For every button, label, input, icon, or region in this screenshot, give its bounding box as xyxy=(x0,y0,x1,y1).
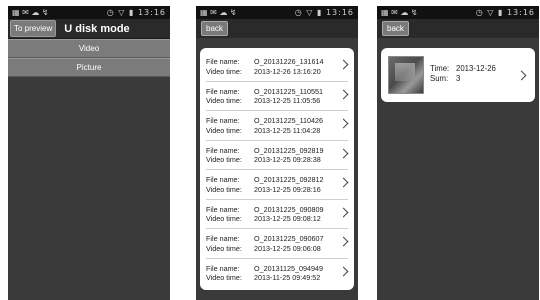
file-name-value: O_20131225_090809 xyxy=(254,204,324,214)
status-icons-left: ▦ ✉ ☁ ↯ xyxy=(12,8,49,17)
time-label: Time: xyxy=(430,64,450,73)
status-bar: ▦ ✉ ☁ ↯ ◷ ▽ ▮ 13:16 xyxy=(377,6,539,19)
album-item[interactable]: Time: 2013-12-26 Sum: 3 xyxy=(381,48,535,102)
list-item[interactable]: File name: O_20131225_110426 Video time: 2… xyxy=(206,111,349,141)
time-value: 2013-12-26 xyxy=(456,64,496,73)
menu-item-video[interactable]: Video xyxy=(8,39,170,58)
video-time-value: 2013-12-25 11:05:56 xyxy=(254,96,321,105)
sum-value: 3 xyxy=(456,74,461,83)
file-name-value: O_20131226_131614 xyxy=(254,57,324,66)
video-time-label: Video time: xyxy=(206,184,242,194)
file-name-label: File name: xyxy=(206,234,240,243)
back-button[interactable]: back xyxy=(382,21,409,36)
list-item[interactable]: File name: O_20131225_090607 Video time: 2… xyxy=(206,229,349,259)
video-time-value: 2013-12-25 09:28:38 xyxy=(254,155,321,164)
file-name-value: O_20131225_110551 xyxy=(254,86,324,96)
to-preview-button[interactable]: To preview xyxy=(10,20,57,37)
status-icons-right: ◷ ▽ ▮ 13:16 xyxy=(294,8,354,17)
file-name-label: File name: xyxy=(206,86,240,96)
status-icons-left: ▦ ✉ ☁ ↯ xyxy=(381,8,418,17)
sum-label: Sum: xyxy=(430,74,449,83)
video-time-value: 2013-12-25 09:08:12 xyxy=(254,214,321,223)
phone-screen-picture-album: ▦ ✉ ☁ ↯ ◷ ▽ ▮ 13:16 back Time: 2013-12-26… xyxy=(377,6,539,300)
status-icons-left: ▦ ✉ ☁ ↯ xyxy=(200,8,237,17)
file-name-value: O_20131225_092819 xyxy=(254,145,324,155)
file-name-label: File name: xyxy=(206,57,240,66)
header-bar: back xyxy=(377,19,539,38)
video-time-value: 2013-12-25 09:28:16 xyxy=(254,184,321,194)
video-time-value: 2013-12-25 11:04:28 xyxy=(254,125,321,135)
status-icons-right: ◷ ▽ ▮ 13:16 xyxy=(475,8,535,17)
video-list: File name: O_20131226_131614 Video time: 2… xyxy=(200,48,354,290)
list-item[interactable]: File name: O_20131225_110551 Video time: 2… xyxy=(206,82,349,111)
list-item[interactable]: File name: O_20131225_092812 Video time: 2… xyxy=(206,170,349,200)
file-name-value: O_20131225_090607 xyxy=(254,234,324,243)
menu-item-picture[interactable]: Picture xyxy=(8,58,170,77)
video-time-label: Video time: xyxy=(206,155,242,164)
file-name-label: File name: xyxy=(206,145,240,155)
video-time-value: 2013-12-26 13:16:20 xyxy=(254,66,321,76)
file-name-label: File name: xyxy=(206,175,240,184)
file-name-value: O_20131125_094949 xyxy=(254,263,324,273)
video-time-label: Video time: xyxy=(206,273,242,282)
album-thumbnail xyxy=(388,56,424,94)
list-item[interactable]: File name: O_20131226_131614 Video time: 2… xyxy=(206,52,349,82)
video-time-label: Video time: xyxy=(206,96,242,105)
phone-screen-udisk: ▦ ✉ ☁ ↯ ◷ ▽ ▮ 13:16 To preview U disk mo… xyxy=(8,6,170,300)
video-time-label: Video time: xyxy=(206,243,242,253)
video-time-value: 2013-12-25 09:06:08 xyxy=(254,243,321,253)
title-bar: To preview U disk mode xyxy=(8,19,170,39)
status-icons-right: ◷ ▽ ▮ 13:16 xyxy=(106,8,166,17)
header-bar: back xyxy=(196,19,358,38)
file-name-value: O_20131225_092812 xyxy=(254,175,324,184)
chevron-right-icon xyxy=(516,70,527,81)
list-item[interactable]: File name: O_20131225_090809 Video time: 2… xyxy=(206,200,349,229)
file-name-value: O_20131225_110426 xyxy=(254,116,324,125)
video-time-label: Video time: xyxy=(206,214,242,223)
list-item[interactable]: File name: O_20131125_094949 Video time: 2… xyxy=(206,259,349,289)
file-name-label: File name: xyxy=(206,263,240,273)
file-name-label: File name: xyxy=(206,204,240,214)
file-name-label: File name: xyxy=(206,116,240,125)
phone-screen-video-list: ▦ ✉ ☁ ↯ ◷ ▽ ▮ 13:16 back File name: O_201… xyxy=(196,6,358,300)
video-time-label: Video time: xyxy=(206,66,242,76)
video-time-value: 2013-11-25 09:49:52 xyxy=(254,273,321,282)
album-info: Time: 2013-12-26 Sum: 3 xyxy=(430,64,496,84)
video-time-label: Video time: xyxy=(206,125,242,135)
back-button[interactable]: back xyxy=(201,21,228,36)
page-title: U disk mode xyxy=(64,22,130,35)
status-bar: ▦ ✉ ☁ ↯ ◷ ▽ ▮ 13:16 xyxy=(8,6,170,19)
list-item[interactable]: File name: O_20131225_092819 Video time: 2… xyxy=(206,141,349,170)
status-bar: ▦ ✉ ☁ ↯ ◷ ▽ ▮ 13:16 xyxy=(196,6,358,19)
